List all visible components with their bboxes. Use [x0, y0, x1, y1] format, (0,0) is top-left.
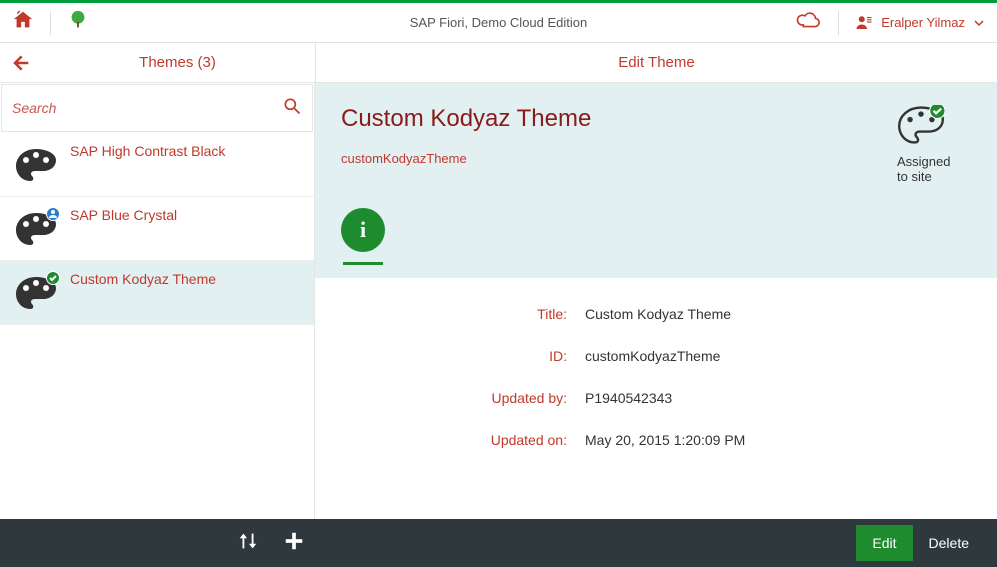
back-button[interactable]: [0, 53, 40, 73]
detail-theme-title: Custom Kodyaz Theme: [341, 105, 971, 133]
palette-icon: [897, 105, 969, 148]
home-icon[interactable]: [12, 9, 34, 36]
master-list: SAP High Contrast Black SAP Blue Crystal…: [0, 83, 315, 519]
cloud-icon[interactable]: [796, 9, 822, 36]
field-id: ID: customKodyazTheme: [335, 348, 977, 364]
form-value: P1940542343: [585, 390, 672, 406]
master-title: Themes (3): [40, 54, 315, 71]
palette-icon: [14, 211, 58, 247]
user-badge-icon: [46, 207, 60, 226]
delete-button[interactable]: Delete: [913, 525, 985, 561]
add-icon[interactable]: [283, 530, 305, 557]
divider: [50, 11, 51, 35]
detail-body: Title: Custom Kodyaz Theme ID: customKod…: [315, 278, 997, 519]
branding-title: SAP Fiori, Demo Cloud Edition: [410, 15, 588, 30]
detail-panel: Custom Kodyaz Theme customKodyazTheme As…: [315, 83, 997, 519]
list-item[interactable]: SAP High Contrast Black: [0, 133, 314, 197]
check-badge-icon: [46, 271, 60, 290]
palette-icon: [14, 147, 58, 183]
list-item-label: SAP Blue Crystal: [70, 207, 177, 223]
field-updated-by: Updated by: P1940542343: [335, 390, 977, 406]
list-item-label: SAP High Contrast Black: [70, 143, 225, 159]
search-row: [1, 84, 313, 132]
subheader: Themes (3) Edit Theme: [0, 43, 997, 83]
content: SAP High Contrast Black SAP Blue Crystal…: [0, 83, 997, 519]
form-label: ID:: [335, 348, 585, 364]
field-updated-on: Updated on: May 20, 2015 1:20:09 PM: [335, 432, 977, 448]
user-icon: [855, 14, 873, 32]
palette-icon: [14, 275, 58, 311]
detail-header: Custom Kodyaz Theme customKodyazTheme As…: [315, 83, 997, 278]
chevron-down-icon: [973, 17, 985, 29]
detail-theme-id: customKodyazTheme: [341, 151, 971, 166]
tab-underline: [343, 262, 383, 265]
detail-title-text: Edit Theme: [618, 54, 694, 71]
assigned-label-2: to site: [897, 169, 969, 184]
search-input[interactable]: [12, 100, 282, 116]
footer: Edit Delete: [0, 519, 997, 567]
form-value: customKodyazTheme: [585, 348, 720, 364]
edit-button[interactable]: Edit: [856, 525, 912, 561]
divider: [838, 11, 839, 35]
assigned-block: Assigned to site: [897, 105, 969, 184]
form-label: Updated on:: [335, 432, 585, 448]
assigned-label-1: Assigned: [897, 154, 969, 169]
form-value: Custom Kodyaz Theme: [585, 306, 731, 322]
user-menu[interactable]: Eralper Yilmaz: [855, 14, 985, 32]
form-value: May 20, 2015 1:20:09 PM: [585, 432, 745, 448]
branding-bar: SAP Fiori, Demo Cloud Edition Eralper Yi…: [0, 3, 997, 43]
sort-icon[interactable]: [237, 530, 259, 557]
tree-icon[interactable]: [67, 9, 89, 36]
field-title: Title: Custom Kodyaz Theme: [335, 306, 977, 322]
search-icon[interactable]: [282, 96, 302, 121]
user-name: Eralper Yilmaz: [881, 15, 965, 30]
tab-info[interactable]: i: [341, 208, 385, 252]
list-item[interactable]: Custom Kodyaz Theme: [0, 261, 314, 325]
form-label: Updated by:: [335, 390, 585, 406]
form-label: Title:: [335, 306, 585, 322]
detail-title-bar: Edit Theme: [315, 43, 997, 82]
list-item[interactable]: SAP Blue Crystal: [0, 197, 314, 261]
list-item-label: Custom Kodyaz Theme: [70, 271, 216, 287]
